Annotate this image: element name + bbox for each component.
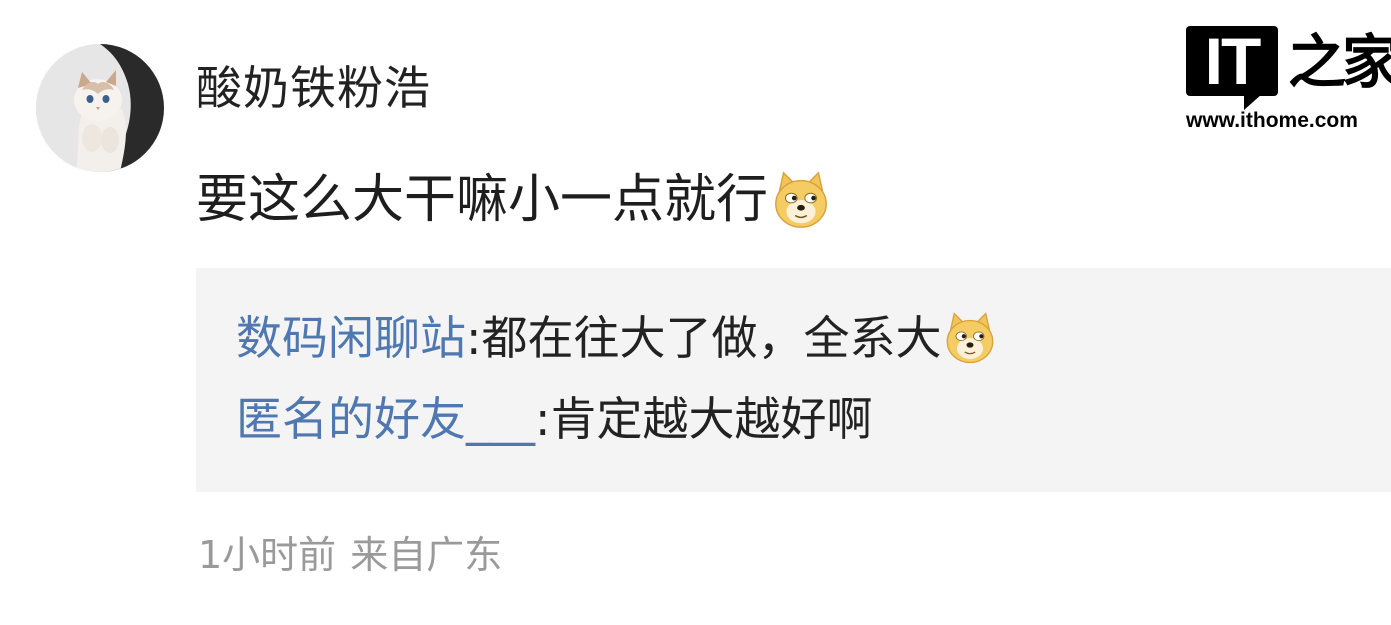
avatar[interactable] (36, 44, 164, 172)
comment-time: 1小时前 (198, 533, 337, 577)
reply-author[interactable]: 匿名的好友___ (236, 389, 535, 449)
logo-it-text: IT (1204, 24, 1262, 98)
logo-brand-cn: 之家 (1288, 28, 1391, 96)
cat-avatar-image (36, 44, 164, 172)
comment-location: 来自广东 (350, 533, 503, 577)
reply-separator: : (535, 392, 551, 446)
logo-url: www.ithome.com (1186, 109, 1358, 132)
reply-item[interactable]: 数码闲聊站 : 都在往大了做，全系大 (236, 308, 998, 368)
comment-body: 要这么大干嘛小一点就行 (196, 166, 832, 234)
comment-meta: 1小时前 来自广东 (198, 530, 502, 580)
ithome-watermark-logo: IT 之家 www.ithome.com (1184, 22, 1391, 140)
reply-author[interactable]: 数码闲聊站 (236, 308, 466, 368)
reply-box[interactable]: 数码闲聊站 : 都在往大了做，全系大 匿名的好友___ : 肯定越大越好啊 (196, 268, 1391, 492)
reply-text: 都在往大了做，全系大 (481, 311, 942, 365)
username[interactable]: 酸奶铁粉浩 (196, 58, 431, 118)
reply-separator: : (466, 311, 482, 365)
doge-emoji-icon (775, 171, 827, 228)
comment-text: 要这么大干嘛小一点就行 (196, 170, 769, 230)
reply-item[interactable]: 匿名的好友___ : 肯定越大越好啊 (236, 389, 873, 449)
reply-text: 肯定越大越好啊 (550, 392, 873, 446)
doge-emoji-icon (946, 312, 993, 364)
